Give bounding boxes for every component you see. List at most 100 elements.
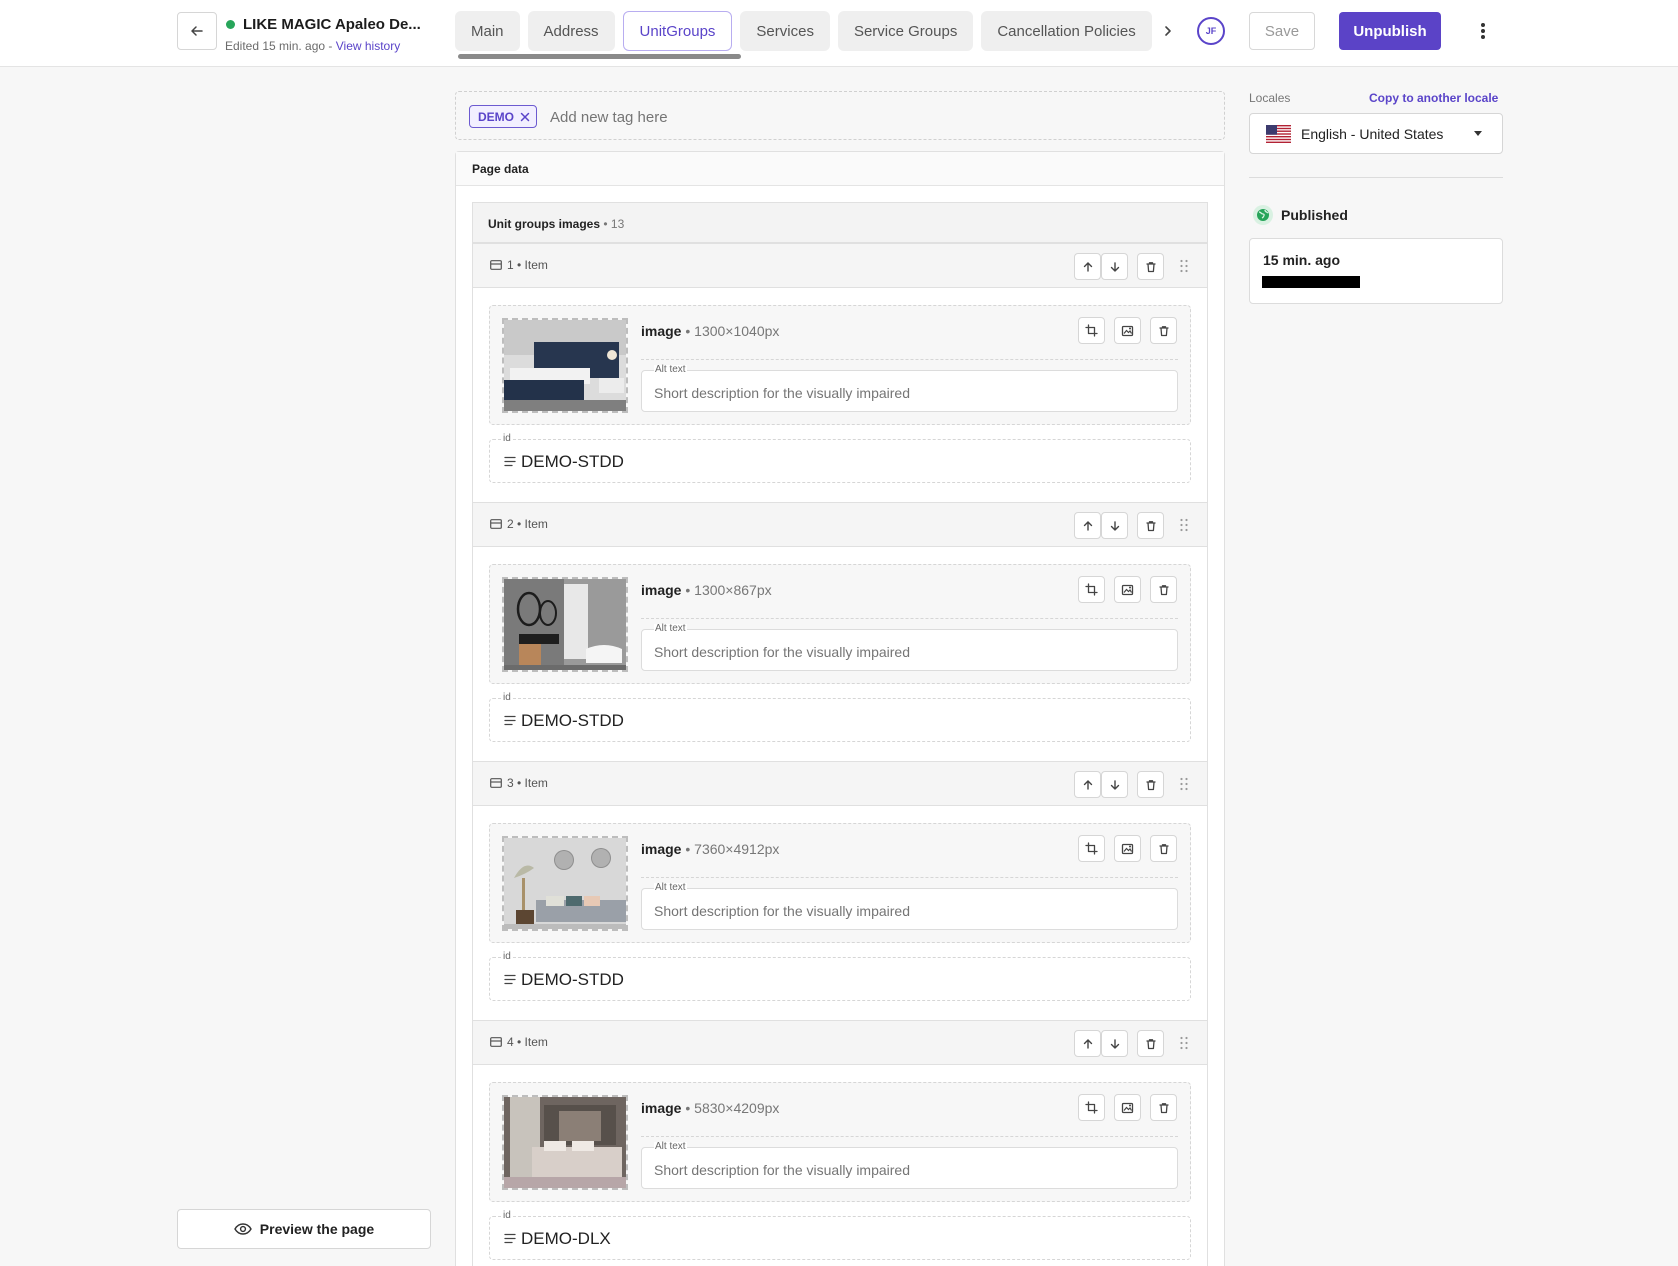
id-field[interactable]: id DEMO-STDD: [489, 693, 1191, 742]
locales-label: Locales: [1249, 91, 1291, 105]
image-thumbnail[interactable]: [502, 1095, 628, 1190]
crop-icon: [1085, 324, 1098, 337]
tab-unitgroups[interactable]: UnitGroups: [622, 11, 733, 51]
delete-item-button[interactable]: [1137, 771, 1164, 798]
tag-label: DEMO: [478, 109, 514, 124]
alt-text-field[interactable]: Alt text: [641, 1142, 1178, 1189]
replace-image-button[interactable]: [1114, 576, 1141, 603]
id-label: id: [502, 1210, 512, 1221]
list-item-icon: [490, 778, 502, 788]
tab-scrollbar[interactable]: [458, 54, 741, 59]
crop-button[interactable]: [1078, 317, 1105, 344]
replace-image-icon: [1121, 843, 1134, 855]
text-field-icon: [504, 1233, 516, 1244]
move-up-button[interactable]: [1074, 1030, 1101, 1057]
close-icon[interactable]: [520, 112, 530, 122]
alt-text-input[interactable]: [654, 642, 1164, 662]
move-up-button[interactable]: [1074, 512, 1101, 539]
image-thumbnail[interactable]: [502, 577, 628, 672]
alt-text-field[interactable]: Alt text: [641, 624, 1178, 671]
alt-text-input[interactable]: [654, 901, 1164, 921]
drag-handle-icon: [1180, 259, 1188, 273]
id-value: DEMO-STDD: [521, 970, 624, 989]
move-down-button[interactable]: [1101, 1030, 1128, 1057]
alt-text-field[interactable]: Alt text: [641, 365, 1178, 412]
alt-text-input[interactable]: [654, 383, 1164, 403]
tab-address[interactable]: Address: [527, 11, 615, 51]
move-down-button[interactable]: [1101, 512, 1128, 539]
remove-image-button[interactable]: [1150, 576, 1177, 603]
drag-handle[interactable]: [1179, 518, 1189, 532]
remove-image-button[interactable]: [1150, 317, 1177, 344]
drag-handle-icon: [1180, 518, 1188, 532]
published-time: 15 min. ago: [1263, 252, 1341, 268]
copy-to-locale-link[interactable]: Copy to another locale: [1369, 91, 1498, 105]
crop-button[interactable]: [1078, 576, 1105, 603]
tab-main[interactable]: Main: [455, 11, 520, 51]
image-dimensions: 1300×1040px: [694, 323, 780, 339]
eye-icon: [233, 1223, 252, 1235]
remove-image-button[interactable]: [1150, 835, 1177, 862]
drag-handle[interactable]: [1179, 259, 1189, 273]
list-count-separator: •: [600, 217, 611, 231]
unpublish-button[interactable]: Unpublish: [1339, 12, 1441, 50]
move-up-button[interactable]: [1074, 253, 1101, 280]
move-down-button[interactable]: [1101, 253, 1128, 280]
text-field-icon: [504, 456, 516, 467]
tab-service-groups[interactable]: Service Groups: [837, 11, 974, 51]
image-thumbnail[interactable]: [502, 318, 628, 413]
drag-handle-icon: [1180, 777, 1188, 791]
preview-page-button[interactable]: Preview the page: [177, 1209, 431, 1249]
tag-chip[interactable]: DEMO: [469, 105, 537, 128]
view-history-link[interactable]: View history: [336, 39, 400, 53]
alt-text-label: Alt text: [654, 1141, 687, 1152]
item-label: 2 • Item: [507, 517, 548, 531]
crop-icon: [1085, 1101, 1098, 1114]
remove-image-button[interactable]: [1150, 1094, 1177, 1121]
list-item-icon: [490, 260, 502, 270]
delete-item-button[interactable]: [1137, 512, 1164, 539]
arrow-down-icon: [1110, 520, 1119, 531]
image-label-text: image: [641, 582, 682, 598]
list-header: Unit groups images • 13: [473, 203, 1207, 243]
alt-text-input[interactable]: [654, 1160, 1164, 1180]
drag-handle[interactable]: [1179, 777, 1189, 791]
trash-icon: [1158, 843, 1169, 854]
trash-icon: [1158, 325, 1169, 336]
item-label: 4 • Item: [507, 1035, 548, 1049]
move-up-button[interactable]: [1074, 771, 1101, 798]
alt-text-field[interactable]: Alt text: [641, 883, 1178, 930]
replace-image-button[interactable]: [1114, 1094, 1141, 1121]
crop-button[interactable]: [1078, 835, 1105, 862]
image-separator: [641, 1136, 1178, 1137]
tag-input[interactable]: [550, 106, 850, 128]
page-data-title: Page data: [472, 162, 529, 176]
tab-services[interactable]: Services: [740, 11, 830, 51]
locale-value: English - United States: [1301, 126, 1444, 142]
edited-text: Edited 15 min. ago: [225, 39, 326, 53]
image-thumbnail[interactable]: [502, 836, 628, 931]
id-field[interactable]: id DEMO-STDD: [489, 952, 1191, 1001]
delete-item-button[interactable]: [1137, 1030, 1164, 1057]
alt-text-label: Alt text: [654, 364, 687, 375]
tabs-next-button[interactable]: [1158, 20, 1178, 42]
more-options-button[interactable]: [1473, 18, 1493, 44]
image-separator: [641, 618, 1178, 619]
drag-handle[interactable]: [1179, 1036, 1189, 1050]
delete-item-button[interactable]: [1137, 253, 1164, 280]
id-field[interactable]: id DEMO-STDD: [489, 434, 1191, 483]
back-button[interactable]: [177, 12, 217, 50]
tab-cancellation-policies[interactable]: Cancellation Policies: [981, 11, 1152, 51]
replace-image-button[interactable]: [1114, 835, 1141, 862]
replace-image-button[interactable]: [1114, 317, 1141, 344]
list-title: Unit groups images • 13: [488, 217, 624, 231]
avatar[interactable]: JF: [1197, 17, 1225, 45]
arrow-left-icon: [191, 26, 203, 36]
image-label: image • 1300×867px: [641, 582, 772, 598]
save-button[interactable]: Save: [1249, 12, 1315, 50]
move-down-button[interactable]: [1101, 771, 1128, 798]
id-field[interactable]: id DEMO-DLX: [489, 1211, 1191, 1260]
crop-button[interactable]: [1078, 1094, 1105, 1121]
edited-info: Edited 15 min. ago - View history: [225, 39, 400, 53]
locale-select[interactable]: English - United States: [1249, 113, 1503, 154]
